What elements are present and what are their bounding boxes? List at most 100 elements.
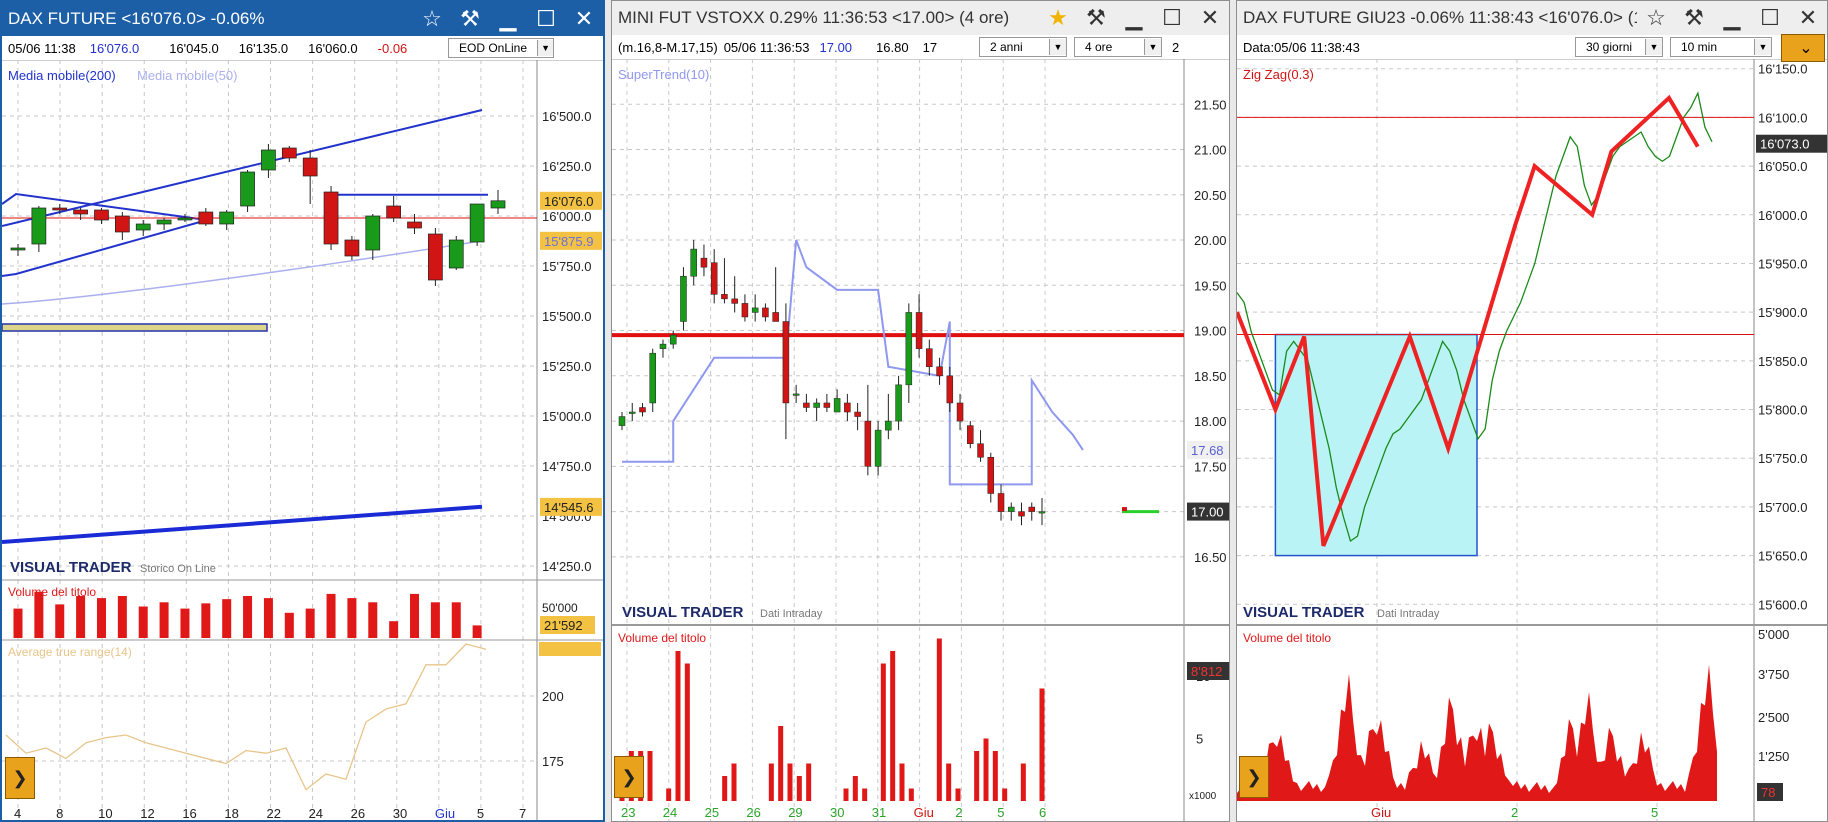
volume-bar [666, 788, 672, 801]
chevron-down-icon: ▼ [1754, 39, 1771, 55]
price-badge: 16'076.0 [544, 194, 593, 209]
x-tick-label: 7 [519, 806, 526, 821]
candle-body [659, 343, 667, 349]
y-tick-label: 15'900.0 [1758, 305, 1807, 320]
volume-bar [96, 598, 106, 638]
title-bar[interactable]: MINI FUT VSTOXX 0.29% 11:36:53 <17.00> (… [612, 1, 1229, 36]
x-tick-label: 24 [309, 806, 323, 821]
price-badge: 16'073.0 [1760, 137, 1809, 152]
y-tick-label: 15'950.0 [1758, 256, 1807, 271]
volume-bar [843, 788, 849, 801]
vol-badge: 21'592 [544, 618, 583, 633]
candle-body [302, 157, 318, 177]
title-bar[interactable]: DAX FUTURE GIU23 -0.06% 11:38:43 <16'076… [1237, 1, 1827, 36]
minimize-icon[interactable]: ▁ [1713, 1, 1751, 35]
vol-badge: 78 [1761, 785, 1775, 800]
close-icon[interactable]: ✕ [1191, 1, 1229, 35]
quote-last: 16'076.0 [89, 40, 140, 56]
volume-bar [472, 625, 482, 638]
y-tick-label: 21.50 [1194, 97, 1227, 112]
title-bar[interactable]: DAX FUTURE <16'076.0> -0.06% ☆ ⚒ ▁ ☐ ✕ [2, 2, 603, 36]
candle-body [967, 425, 974, 444]
candle-body [177, 217, 193, 221]
candle-body [323, 191, 339, 245]
volume-bar [899, 763, 905, 801]
mode-select[interactable]: EOD OnLine ▼ [448, 38, 554, 58]
chart-area[interactable]: 16'150.0 16'100.0 16'050.0 16'000.0 15'950.0… [1237, 59, 1827, 821]
x-tick-label: 26 [746, 805, 760, 820]
y-tick-label: 16'000.0 [542, 209, 591, 224]
interval-select-value: 4 ore [1085, 40, 1113, 54]
y-tick-label: 20.00 [1194, 233, 1227, 248]
x-tick-label: 6 [1039, 805, 1046, 820]
maximize-icon[interactable]: ☐ [1153, 1, 1191, 35]
candle-body [885, 420, 892, 431]
range-select[interactable]: 2 anni ▼ [979, 37, 1067, 57]
volume-bar [731, 763, 737, 801]
drawing-bar [2, 323, 268, 332]
volume-area [1237, 664, 1717, 801]
chart-window-dax-intraday[interactable]: DAX FUTURE GIU23 -0.06% 11:38:43 <16'076… [1236, 0, 1828, 822]
quote-datetime: Data:05/06 11:38:43 [1243, 39, 1360, 55]
volume-bar [1020, 763, 1026, 801]
expand-icon[interactable]: ❯ [614, 756, 644, 798]
x-tick-label: 31 [872, 805, 886, 820]
close-icon[interactable]: ✕ [1789, 1, 1827, 35]
volume-bar [34, 591, 44, 638]
tools-icon[interactable]: ⚒ [451, 2, 489, 36]
candle-body [792, 393, 800, 396]
volume-bar [946, 763, 952, 801]
range-select[interactable]: 30 giorni ▼ [1575, 37, 1663, 57]
volume-bar [13, 608, 23, 638]
chart-area[interactable]: 21.50 21.00 20.50 20.00 19.50 19.00 18.50 18.00… [612, 59, 1229, 821]
minimize-icon[interactable]: ▁ [489, 2, 527, 36]
interval-select[interactable]: 10 min ▼ [1670, 37, 1772, 57]
star-icon[interactable]: ★ [1039, 1, 1077, 35]
brand-logo: VISUAL TRADER [1243, 604, 1365, 621]
volume-bar [908, 788, 914, 801]
brand-logo: VISUAL TRADER [622, 604, 744, 621]
x-tick-label: Giu [1371, 805, 1391, 820]
volume-bar [284, 612, 294, 638]
expand-icon[interactable]: ❯ [1239, 756, 1269, 798]
tools-icon[interactable]: ⚒ [1077, 1, 1115, 35]
volume-bar [159, 602, 169, 638]
maximize-icon[interactable]: ☐ [1751, 1, 1789, 35]
volume-bar [880, 663, 886, 801]
volume-bar [778, 726, 784, 801]
candle-body [844, 402, 851, 413]
volume-bar [117, 596, 127, 638]
maximize-icon[interactable]: ☐ [527, 2, 565, 36]
collapse-button[interactable]: ⌄ [1781, 34, 1825, 62]
volume-bar [76, 596, 86, 638]
star-icon[interactable]: ☆ [413, 2, 451, 36]
close-icon[interactable]: ✕ [565, 2, 603, 36]
interval-select[interactable]: 4 ore ▼ [1074, 37, 1162, 57]
chart-area[interactable]: 16'500.0 16'250.0 16'000.0 15'750.0 15'500.0… [2, 60, 603, 822]
chart-window-vstoxx[interactable]: MINI FUT VSTOXX 0.29% 11:36:53 <17.00> (… [611, 0, 1230, 822]
candle-body [1028, 506, 1036, 512]
minimize-icon[interactable]: ▁ [1115, 1, 1153, 35]
candle-body [628, 411, 636, 414]
quote-low: 16'045.0 [169, 40, 219, 56]
expand-icon[interactable]: ❯ [5, 757, 35, 799]
candle-body [386, 205, 402, 219]
chevron-down-icon: ▼ [1144, 39, 1161, 55]
tools-icon[interactable]: ⚒ [1675, 1, 1713, 35]
x-tick-label: 29 [788, 805, 802, 820]
chevron-down-icon: ▼ [537, 40, 553, 56]
candle-body [10, 247, 26, 251]
x-tick-label: Giu [914, 805, 934, 820]
candle-body [639, 407, 646, 413]
star-icon[interactable]: ☆ [1637, 1, 1675, 35]
y-tick-label: 15'750.0 [542, 259, 591, 274]
ma50-badge: 15'875.9 [544, 234, 593, 249]
brand-subtitle: Dati Intraday [760, 608, 823, 620]
candle-body [854, 411, 861, 417]
y-tick-label: 15'250.0 [542, 359, 591, 374]
y-tick-label: 19.50 [1194, 278, 1227, 293]
chart-window-dax-daily[interactable]: DAX FUTURE <16'076.0> -0.06% ☆ ⚒ ▁ ☐ ✕ 0… [0, 0, 605, 822]
x-tick-label: 5 [477, 806, 484, 821]
volume-bar [451, 602, 461, 638]
x-tick-label: 22 [267, 806, 281, 821]
